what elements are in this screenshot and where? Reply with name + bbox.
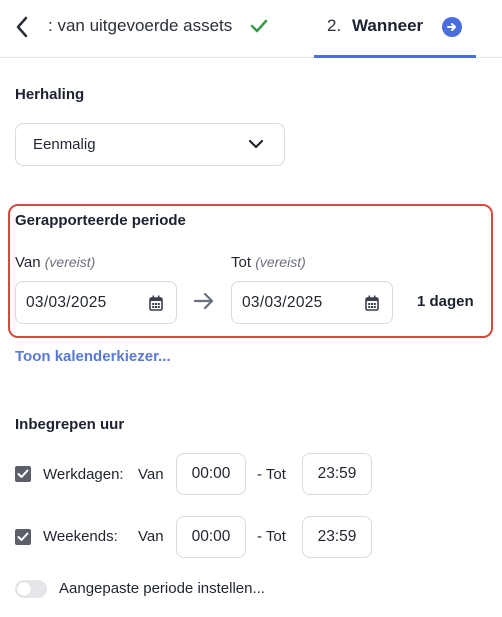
herhaling-title: Herhaling	[15, 86, 85, 103]
weekends-to-input[interactable]: 23:59	[302, 516, 372, 558]
weekends-van-label: Van	[138, 528, 164, 545]
step-2-label: Wanneer	[352, 16, 424, 35]
tot-date-value: 03/03/2025	[242, 294, 323, 311]
werkdagen-tot-label: - Tot	[257, 466, 286, 483]
werkdagen-checkbox[interactable]	[15, 466, 31, 482]
calendar-icon[interactable]	[365, 295, 379, 311]
tot-label: Tot (vereist)	[231, 254, 306, 271]
werkdagen-van-label: Van	[138, 466, 164, 483]
custom-period-label: Aangepaste periode instellen...	[59, 580, 265, 597]
herhaling-selected-value: Eenmalig	[33, 136, 96, 153]
show-calendar-link[interactable]: Toon kalenderkiezer...	[15, 348, 171, 365]
check-icon	[250, 19, 268, 33]
werkdagen-from-value: 00:00	[191, 465, 231, 482]
uren-title: Inbegrepen uur	[15, 416, 125, 433]
weekends-to-value: 23:59	[317, 528, 357, 545]
checkbox-check-icon	[17, 532, 29, 541]
periode-title: Gerapporteerde periode	[15, 212, 186, 229]
van-date-value: 03/03/2025	[26, 294, 107, 311]
back-button[interactable]	[10, 12, 34, 42]
arrow-right-circle-icon	[442, 17, 462, 37]
days-count: 1 dagen	[417, 293, 474, 310]
werkdagen-label: Werkdagen:	[43, 466, 124, 483]
step-1-label[interactable]: : van uitgevoerde assets	[48, 16, 232, 36]
weekends-from-value: 00:00	[191, 528, 231, 545]
weekends-tot-label: - Tot	[257, 528, 286, 545]
van-date-input[interactable]: 03/03/2025	[15, 281, 177, 324]
toggle-knob	[17, 582, 31, 596]
van-label: Van (vereist)	[15, 254, 95, 271]
herhaling-select[interactable]: Eenmalig	[15, 123, 285, 166]
van-label-text: Van	[15, 254, 41, 271]
tab-wanneer[interactable]: 2. Wanneer	[314, 0, 476, 58]
wizard-header: : van uitgevoerde assets 2. Wanneer	[0, 0, 502, 58]
back-chevron-icon	[16, 16, 28, 38]
werkdagen-to-value: 23:59	[317, 465, 357, 482]
weekends-label: Weekends:	[43, 528, 118, 545]
chevron-down-icon	[248, 139, 264, 149]
weekends-from-input[interactable]: 00:00	[176, 516, 246, 558]
tot-date-input[interactable]: 03/03/2025	[231, 281, 393, 324]
werkdagen-to-input[interactable]: 23:59	[302, 453, 372, 495]
calendar-icon[interactable]	[149, 295, 163, 311]
tot-required: (vereist)	[255, 254, 306, 270]
step-2-number: 2.	[327, 16, 342, 35]
tot-label-text: Tot	[231, 254, 252, 271]
werkdagen-from-input[interactable]: 00:00	[176, 453, 246, 495]
custom-period-toggle[interactable]	[15, 580, 47, 598]
van-required: (vereist)	[44, 254, 96, 270]
weekends-checkbox[interactable]	[15, 529, 31, 545]
arrow-right-icon	[193, 292, 214, 310]
checkbox-check-icon	[17, 469, 29, 478]
